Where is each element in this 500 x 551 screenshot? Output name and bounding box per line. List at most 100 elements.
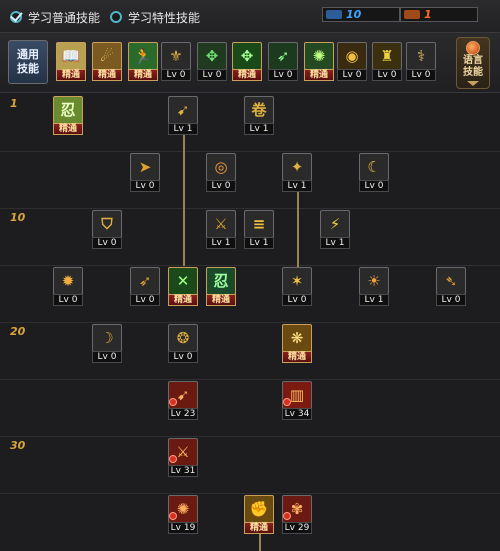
skill-slot[interactable]: ◉ Lv 0 <box>337 42 367 81</box>
skill-level-label: 精通 <box>168 294 198 306</box>
skill-slot[interactable]: 卷 Lv 1 <box>244 96 274 135</box>
skill-slot[interactable]: ☾ Lv 0 <box>359 153 389 192</box>
skill-glyph: ✥ <box>205 46 219 65</box>
skill-slot[interactable]: ✺ 精通 <box>304 42 334 81</box>
skill-slot[interactable]: ✥ 精通 <box>232 42 262 81</box>
skill-glyph: ≡ <box>252 214 266 233</box>
top-bar: 学习普通技能 学习特性技能 10 1 <box>0 0 500 33</box>
skill-glyph: ⚕ <box>416 46 426 65</box>
skill-glyph: ➹ <box>176 100 190 119</box>
skill-slot[interactable]: ➴ Lv 0 <box>436 267 466 306</box>
skill-glyph: 忍 <box>60 100 76 119</box>
skill-level-label: Lv 19 <box>168 522 198 534</box>
row-divider <box>0 265 500 266</box>
leap-icon: ☄ <box>92 42 122 70</box>
skill-glyph: ⚜ <box>169 46 183 65</box>
skill-slot[interactable]: 忍精通 <box>53 96 83 135</box>
twin-strike-icon: ⚔ <box>206 210 236 238</box>
tp-counter: 1 <box>400 7 478 22</box>
skill-glyph: ✶ <box>290 271 304 290</box>
skill-slot[interactable]: ✊ 精通 <box>244 495 274 534</box>
skill-glyph: ➶ <box>138 271 152 290</box>
sight-icon: ✥ <box>197 42 227 70</box>
skill-slot[interactable]: ⚜ Lv 0 <box>161 42 191 81</box>
skill-slot[interactable]: ❂ Lv 0 <box>168 324 198 363</box>
general-skills-button[interactable]: 通用 技能 <box>8 40 48 84</box>
skill-level-label: Lv 23 <box>168 408 198 420</box>
skill-slot[interactable]: ⚡ Lv 1 <box>320 210 350 249</box>
skill-slot[interactable]: ✺ Lv 19 <box>168 495 198 534</box>
alert-badge-icon <box>169 398 177 406</box>
skill-slot[interactable]: ➶ Lv 0 <box>130 267 160 306</box>
skill-level-label: 精通 <box>232 69 262 81</box>
skill-level-label: Lv 0 <box>92 351 122 363</box>
level-label: 10 <box>10 211 26 224</box>
row-divider <box>0 379 500 380</box>
skill-slot[interactable]: ❋ 精通 <box>282 324 312 363</box>
skill-slot[interactable]: ✦ Lv 1 <box>282 153 312 192</box>
skill-slot[interactable]: ✶ Lv 0 <box>282 267 312 306</box>
checked-radio-icon <box>10 11 22 23</box>
skill-level-label: Lv 1 <box>168 123 198 135</box>
skill-level-label: Lv 1 <box>282 180 312 192</box>
claw-icon: ☽ <box>92 324 122 352</box>
row-divider <box>0 322 500 323</box>
skill-slot[interactable]: ✾ Lv 29 <box>282 495 312 534</box>
skill-level-label: Lv 0 <box>161 69 191 81</box>
skill-slot[interactable]: ≡ Lv 1 <box>244 210 274 249</box>
ninja-icon: ✦ <box>282 153 312 181</box>
skill-glyph: ◉ <box>345 46 359 65</box>
prerequisite-line <box>259 533 261 551</box>
skill-level-label: Lv 0 <box>436 294 466 306</box>
skill-slot[interactable]: ☄ 精通 <box>92 42 122 81</box>
dropdown-arrow-icon <box>467 81 479 86</box>
skill-slot[interactable]: ✹ Lv 0 <box>53 267 83 306</box>
skill-glyph: ⚡ <box>329 214 341 233</box>
skill-slot[interactable]: ➹ Lv 23 <box>168 381 198 420</box>
skill-glyph: ◎ <box>214 157 228 176</box>
sp-icon <box>326 10 342 19</box>
skill-slot[interactable]: ⚕ Lv 0 <box>406 42 436 81</box>
run-icon: 🏃 <box>128 42 158 70</box>
skill-glyph: ✊ <box>249 499 269 518</box>
skill-slot[interactable]: ➹ Lv 1 <box>168 96 198 135</box>
shield-icon: ⛉ <box>92 210 122 238</box>
skill-slot[interactable]: ✕ 精通 <box>168 267 198 306</box>
feather-icon: ➴ <box>436 267 466 295</box>
skill-level-label: Lv 1 <box>244 123 274 135</box>
skill-glyph: ➹ <box>176 385 190 404</box>
skill-slot[interactable]: ⛉ Lv 0 <box>92 210 122 249</box>
skill-slot[interactable]: 📖 精通 <box>56 42 86 81</box>
skill-slot[interactable]: 忍精通 <box>206 267 236 306</box>
language-skills-label-line2: 技能 <box>463 67 483 78</box>
skill-glyph: ❋ <box>290 328 304 347</box>
skill-slot[interactable]: ▥ Lv 34 <box>282 381 312 420</box>
skill-slot[interactable]: ◎ Lv 0 <box>206 153 236 192</box>
jade-book-icon: 忍 <box>53 96 83 124</box>
skill-glyph: 🏃 <box>133 46 153 65</box>
skill-level-label: 精通 <box>128 69 158 81</box>
skill-slot[interactable]: ➤ Lv 0 <box>130 153 160 192</box>
tab-normal-skills[interactable]: 学习普通技能 <box>10 8 100 26</box>
eye-icon: ◉ <box>337 42 367 70</box>
skill-slot[interactable]: ➶ Lv 0 <box>268 42 298 81</box>
prerequisite-line <box>183 134 185 266</box>
skill-glyph: ▥ <box>289 385 305 404</box>
skill-slot[interactable]: ☀ Lv 1 <box>359 267 389 306</box>
row-divider <box>0 436 500 437</box>
skill-slot[interactable]: ⚔ Lv 31 <box>168 438 198 477</box>
skill-slot[interactable]: ✥ Lv 0 <box>197 42 227 81</box>
skill-glyph: ✥ <box>240 46 254 65</box>
skill-glyph: ❂ <box>176 328 190 347</box>
row-divider <box>0 493 500 494</box>
tab-special-skills[interactable]: 学习特性技能 <box>110 8 200 26</box>
sp-counter: 10 <box>322 7 400 22</box>
language-skills-button[interactable]: 语言 技能 <box>456 37 490 89</box>
skill-slot[interactable]: ♜ Lv 0 <box>372 42 402 81</box>
skill-slot[interactable]: 🏃 精通 <box>128 42 158 81</box>
lightning-icon: ⚡ <box>320 210 350 238</box>
skill-glyph: ➶ <box>276 46 290 65</box>
skill-glyph: ✺ <box>176 499 190 518</box>
skill-slot[interactable]: ☽ Lv 0 <box>92 324 122 363</box>
skill-slot[interactable]: ⚔ Lv 1 <box>206 210 236 249</box>
